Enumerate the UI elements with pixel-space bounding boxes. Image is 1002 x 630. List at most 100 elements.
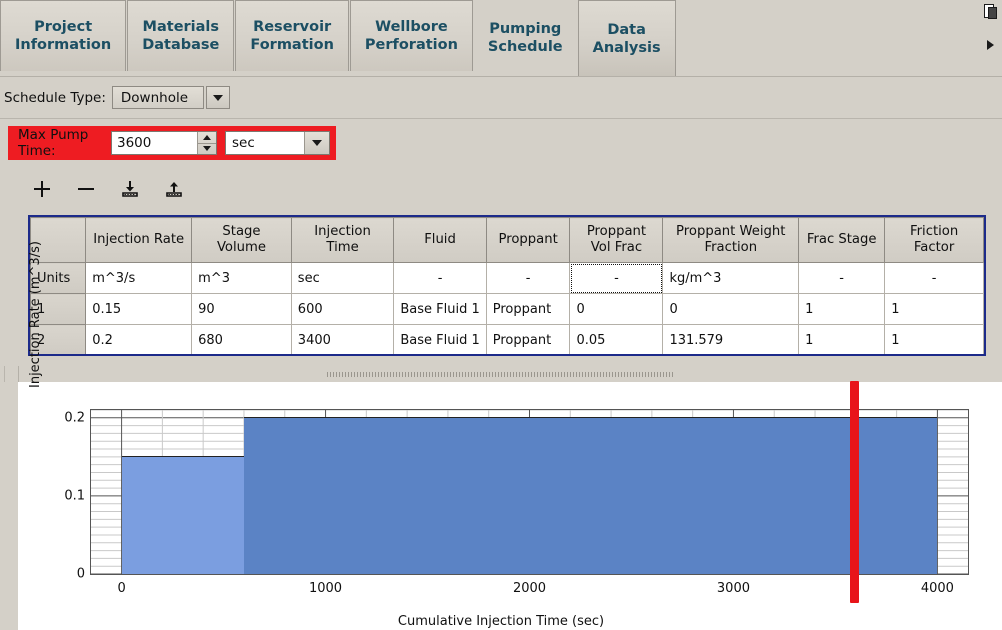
column-header-proppant-weight-fraction[interactable]: Proppant Weight Fraction (662, 217, 800, 263)
cell-units-frac-stage[interactable]: - (798, 262, 886, 294)
cell-1-friction-factor[interactable]: 1 (884, 293, 984, 325)
cell-1-injection-rate[interactable]: 0.15 (85, 293, 193, 325)
caret-down-glyph (312, 140, 322, 146)
tab-label-line2: Formation (250, 37, 334, 53)
cell-2-proppant[interactable]: Proppant (485, 324, 571, 354)
pumping-schedule-table: Injection Rate Stage Volume Injection Ti… (30, 217, 984, 357)
max-pump-time-unit-select[interactable]: sec (225, 131, 330, 155)
cell-2-friction-factor[interactable]: 1 (884, 324, 984, 354)
scroll-right-icon[interactable] (986, 40, 994, 50)
chart-x-tick-label: 1000 (308, 581, 343, 596)
cell-1-frac-stage[interactable]: 1 (798, 293, 886, 325)
max-pump-time-highlight: Max Pump Time: sec (8, 126, 336, 160)
cell-units-fluid[interactable]: - (393, 262, 487, 294)
tab-data-analysis[interactable]: Data Analysis (577, 0, 676, 76)
schedule-type-value: Downhole (111, 86, 204, 109)
cell-units-friction-factor[interactable]: - (884, 262, 984, 294)
export-button[interactable] (162, 177, 186, 201)
tab-pumping-schedule[interactable]: Pumping Schedule (473, 0, 577, 76)
cell-2-fluid[interactable]: Base Fluid 1 (393, 324, 487, 354)
column-header-fluid[interactable]: Fluid (393, 217, 487, 263)
tab-label-line1: Pumping (489, 21, 562, 37)
tab-corner-icon-group (980, 4, 1000, 50)
column-header-injection-time[interactable]: Injection Time (290, 217, 395, 263)
tab-label-line2: Perforation (364, 37, 458, 53)
copy-page-icon-front (988, 7, 997, 19)
chevron-down-icon[interactable] (304, 132, 329, 154)
tab-project-information[interactable]: Project Information (0, 0, 127, 71)
tab-label-line2: Information (15, 37, 112, 53)
max-pump-time-label: Max Pump Time: (18, 127, 89, 159)
chart-x-tick-label: 3000 (716, 581, 750, 596)
cell-1-fluid[interactable]: Base Fluid 1 (393, 293, 487, 325)
max-pump-time-unit-value: sec (226, 132, 304, 154)
chart-y-tick-label: 0.2 (64, 410, 85, 426)
cell-units-injection-time[interactable]: sec (290, 262, 395, 294)
table-header-row: Injection Rate Stage Volume Injection Ti… (30, 217, 984, 263)
cell-2-proppant-vol-frac[interactable]: 0.05 (569, 324, 664, 354)
cell-1-proppant[interactable]: Proppant (485, 293, 571, 325)
chart-x-tick-label: 4000 (920, 581, 954, 596)
cell-units-injection-rate[interactable]: m^3/s (85, 262, 193, 294)
tab-wellbore-perforation[interactable]: Wellbore Perforation (349, 0, 473, 71)
chart-plot-area[interactable]: 0 0.1 0.2 0 1000 2000 3000 4000 (64, 409, 969, 596)
import-button[interactable] (118, 177, 142, 201)
tab-reservoir-formation[interactable]: Reservoir Formation (235, 0, 349, 71)
column-header-injection-rate[interactable]: Injection Rate (85, 217, 193, 263)
tab-label-line2: Schedule (487, 39, 563, 55)
caret-down-glyph (212, 94, 223, 101)
column-header-friction-factor[interactable]: Friction Factor (884, 217, 984, 263)
cell-1-stage-volume[interactable]: 90 (191, 293, 292, 325)
cell-units-proppant-vol-frac[interactable]: - (569, 262, 664, 294)
cell-2-stage-volume[interactable]: 680 (191, 324, 292, 354)
table-row[interactable]: 2 0.2 680 3400 Base Fluid 1 Proppant 0.0… (30, 324, 984, 354)
chart-bar-stage-2 (243, 416, 938, 574)
cell-units-proppant-weight-fraction[interactable]: kg/m^3 (662, 262, 800, 294)
tab-label-line2: Database (142, 37, 220, 53)
cell-2-injection-rate[interactable]: 0.2 (85, 324, 193, 354)
table-row-empty (31, 356, 984, 357)
caret-up-icon (203, 134, 211, 140)
column-header-frac-stage[interactable]: Frac Stage (798, 217, 886, 263)
caret-down-icon (203, 146, 211, 152)
tab-label-line2: Analysis (592, 39, 661, 56)
cell-1-injection-time[interactable]: 600 (290, 293, 395, 325)
stepper-increment-button[interactable] (198, 132, 216, 144)
column-header-proppant-vol-frac[interactable]: Proppant Vol Frac (569, 217, 664, 263)
schedule-type-label: Schedule Type: (4, 89, 106, 106)
copy-page-icon[interactable] (984, 4, 997, 19)
stepper-buttons[interactable] (197, 132, 216, 154)
column-header-proppant[interactable]: Proppant (485, 217, 571, 263)
table-toolbar (30, 172, 190, 206)
panel-splitter[interactable] (0, 366, 1002, 382)
max-pump-time-input[interactable] (112, 132, 197, 154)
schedule-type-row: Schedule Type: Downhole (0, 77, 1002, 119)
cell-2-injection-time[interactable]: 3400 (290, 324, 395, 354)
chevron-down-icon[interactable] (205, 86, 230, 109)
tab-materials-database[interactable]: Materials Database (127, 0, 235, 71)
remove-row-button[interactable] (74, 177, 98, 201)
table-row[interactable]: 1 0.15 90 600 Base Fluid 1 Proppant 0 0 … (30, 293, 984, 325)
tab-label-line1: Materials (142, 19, 220, 35)
tab-label-line1: Reservoir (253, 19, 332, 35)
cell-units-stage-volume[interactable]: m^3 (191, 262, 292, 294)
export-icon (166, 182, 182, 197)
chart-x-axis-label: Cumulative Injection Time (sec) (397, 614, 605, 629)
chart-x-tick-label: 0 (117, 581, 126, 596)
chart-x-tick-label: 2000 (512, 581, 547, 596)
schedule-type-select[interactable]: Downhole (111, 86, 230, 109)
tab-label-line1: Data (607, 21, 646, 38)
chart-y-tick-label: 0 (76, 566, 85, 582)
cell-2-frac-stage[interactable]: 1 (798, 324, 886, 354)
cell-1-proppant-weight-fraction[interactable]: 0 (662, 293, 800, 325)
pumping-schedule-table-container[interactable]: Injection Rate Stage Volume Injection Ti… (28, 215, 986, 356)
column-header-stage-volume[interactable]: Stage Volume (191, 217, 292, 263)
table-empty-strip (86, 356, 984, 357)
stepper-decrement-button[interactable] (198, 144, 216, 155)
cell-2-proppant-weight-fraction[interactable]: 131.579 (662, 324, 800, 354)
tab-label-line1: Wellbore (375, 19, 448, 35)
max-pump-time-stepper[interactable] (111, 131, 217, 155)
table-row[interactable]: Units m^3/s m^3 sec - - - kg/m^3 - - (30, 262, 984, 294)
cell-units-proppant[interactable]: - (485, 262, 571, 294)
cell-1-proppant-vol-frac[interactable]: 0 (569, 293, 664, 325)
